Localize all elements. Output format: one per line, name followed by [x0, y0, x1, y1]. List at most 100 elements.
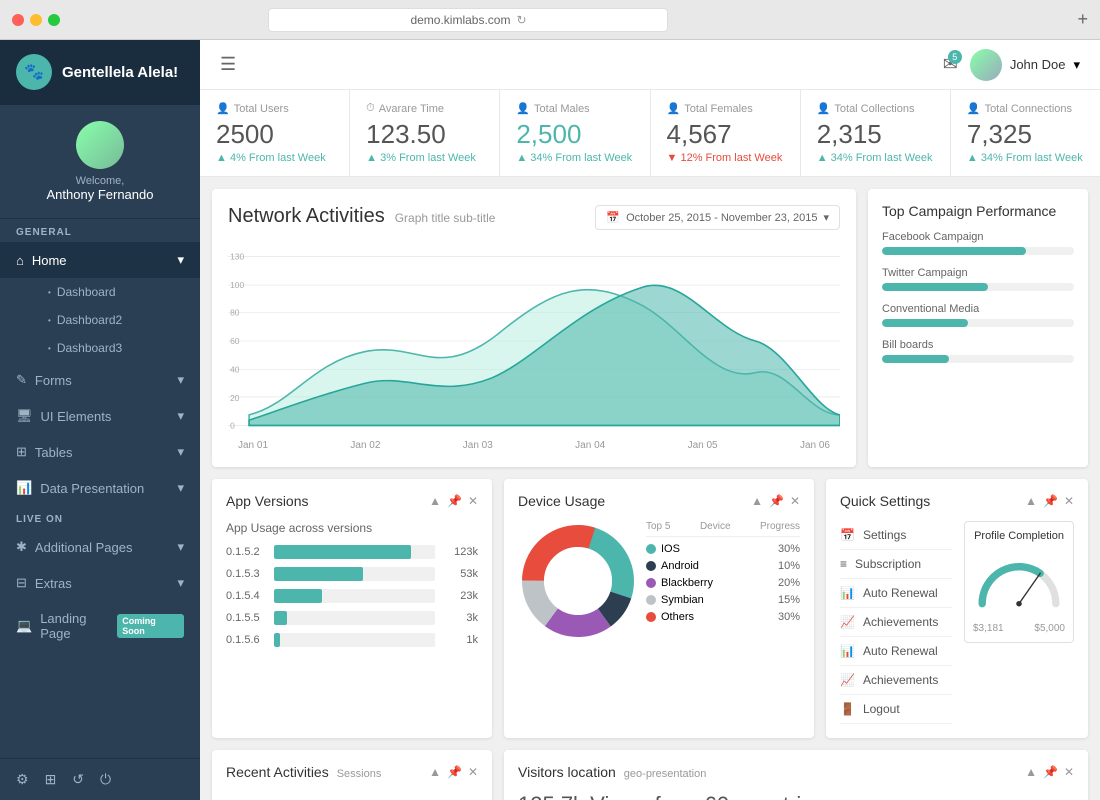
avg-time-value: 123.50 — [366, 119, 483, 150]
auto-renewal-qs-icon: 📊 — [840, 586, 855, 600]
vl-collapse-btn[interactable]: ▲ — [1025, 765, 1037, 779]
network-header: Network Activities Graph title sub-title — [228, 205, 495, 228]
app-versions-header: App Versions ▲ 📌 ✕ — [226, 493, 478, 509]
achievements2-qs-icon: 📈 — [840, 673, 855, 687]
qs-item-achievements-2[interactable]: 📈Achievements — [840, 666, 952, 695]
svg-text:100: 100 — [230, 280, 244, 290]
av-collapse-btn[interactable]: ▲ — [429, 494, 441, 508]
dot-red[interactable] — [12, 14, 24, 26]
legend-ios: IOS 30% — [646, 543, 800, 555]
third-dashboard-row: Recent Activities Sessions ▲ 📌 ✕ Who Nee… — [200, 750, 1100, 800]
qs-pin-btn[interactable]: 📌 — [1043, 494, 1058, 508]
males-change: ▲ 34% From last Week — [516, 152, 633, 164]
refresh-footer-icon[interactable]: ↺ — [72, 771, 84, 788]
sidebar-item-ui-elements[interactable]: 🖥 UI Elements ▾ — [0, 398, 200, 434]
additional-icon: ✱ — [16, 539, 27, 555]
du-pin-btn[interactable]: 📌 — [769, 494, 784, 508]
males-icon: 👤 — [516, 102, 530, 115]
conventional-bar — [882, 319, 968, 327]
quick-settings-title: Quick Settings — [840, 493, 930, 509]
device-legend: Top 5 Device Progress IOS 30% Android 10… — [646, 521, 800, 641]
quick-settings-panel: Quick Settings ▲ 📌 ✕ 📅Settings ≡Subscrip… — [826, 479, 1088, 738]
notification-bell[interactable]: ✉ 5 — [943, 54, 958, 75]
bar-fill-0152 — [274, 545, 411, 559]
sidebar-item-dashboard[interactable]: Dashboard — [32, 278, 200, 306]
extras-label: Extras — [35, 576, 72, 591]
campaign-item-billboards: Bill boards — [882, 339, 1074, 363]
device-usage-header: Device Usage ▲ 📌 ✕ — [518, 493, 800, 509]
sidebar-item-additional-pages[interactable]: ✱ Additional Pages ▾ — [0, 529, 200, 565]
legend-others: Others 30% — [646, 611, 800, 623]
date-picker[interactable]: 📅 October 25, 2015 - November 23, 2015 ▾ — [595, 205, 840, 230]
device-usage-title: Device Usage — [518, 493, 605, 509]
browser-url[interactable]: demo.kimlabs.com ↻ — [268, 8, 668, 32]
donut-chart — [518, 521, 638, 641]
data-icon: 📊 — [16, 480, 32, 496]
recent-activities-panel: Recent Activities Sessions ▲ 📌 ✕ Who Nee… — [212, 750, 492, 800]
user-menu[interactable]: John Doe ▾ — [970, 49, 1080, 81]
legend-blackberry: Blackberry 20% — [646, 577, 800, 589]
sidebar-item-dashboard3[interactable]: Dashboard3 — [32, 334, 200, 362]
svg-text:60: 60 — [230, 336, 240, 346]
ra-pin-btn[interactable]: 📌 — [447, 765, 462, 779]
url-text: demo.kimlabs.com — [410, 13, 510, 27]
chart-x-labels: Jan 01 Jan 02 Jan 03 Jan 04 Jan 05 Jan 0… — [228, 440, 840, 451]
legend-symbian: Symbian 15% — [646, 594, 800, 606]
qs-menu: 📅Settings ≡Subscription 📊Auto Renewal 📈A… — [840, 521, 952, 724]
android-pct: 10% — [778, 560, 800, 572]
qs-item-subscription[interactable]: ≡Subscription — [840, 550, 952, 579]
grid-footer-icon[interactable]: ⊞ — [45, 771, 57, 788]
landing-label: Landing Page — [40, 611, 117, 641]
sidebar-item-tables[interactable]: ⊞ Tables ▾ — [0, 434, 200, 470]
sidebar-item-dashboard2[interactable]: Dashboard2 — [32, 306, 200, 334]
vl-close-btn[interactable]: ✕ — [1064, 765, 1074, 779]
dot-green[interactable] — [48, 14, 60, 26]
qs-collapse-btn[interactable]: ▲ — [1025, 494, 1037, 508]
campaign-item-facebook: Facebook Campaign — [882, 231, 1074, 255]
sidebar-item-data-presentation[interactable]: 📊 Data Presentation ▾ — [0, 470, 200, 506]
sidebar-item-forms[interactable]: ✎ Forms ▾ — [0, 362, 200, 398]
android-dot — [646, 561, 656, 571]
add-tab-button[interactable]: + — [1077, 9, 1088, 30]
settings-footer-icon[interactable]: ⚙ — [16, 771, 29, 788]
qs-item-settings[interactable]: 📅Settings — [840, 521, 952, 550]
hamburger-button[interactable]: ☰ — [220, 54, 236, 75]
vl-pin-btn[interactable]: 📌 — [1043, 765, 1058, 779]
others-pct: 30% — [778, 611, 800, 623]
power-footer-icon[interactable]: ⏻ — [100, 771, 111, 788]
du-collapse-btn[interactable]: ▲ — [751, 494, 763, 508]
ra-close-btn[interactable]: ✕ — [468, 765, 478, 779]
qs-close-btn[interactable]: ✕ — [1064, 494, 1074, 508]
collections-change: ▲ 34% From last Week — [817, 152, 934, 164]
android-name: Android — [661, 560, 699, 572]
twitter-bar — [882, 283, 988, 291]
sidebar-item-home[interactable]: ⌂ Home ▾ — [0, 242, 200, 278]
ra-collapse-btn[interactable]: ▲ — [429, 765, 441, 779]
logo-text: Gentellela Alela! — [62, 64, 178, 81]
quick-settings-content: 📅Settings ≡Subscription 📊Auto Renewal 📈A… — [840, 521, 1074, 724]
billboards-bar — [882, 355, 949, 363]
tables-arrow: ▾ — [177, 444, 184, 460]
achievements-qs-icon: 📈 — [840, 615, 855, 629]
bar-row-0153: 0.1.5.3 53k — [226, 567, 478, 581]
qs-item-achievements-1[interactable]: 📈Achievements — [840, 608, 952, 637]
sidebar-item-extras[interactable]: ⊟ Extras ▾ — [0, 565, 200, 601]
qs-item-logout[interactable]: 🚪Logout — [840, 695, 952, 724]
sidebar-user: Welcome, Anthony Fernando — [0, 105, 200, 219]
data-arrow: ▾ — [177, 480, 184, 496]
av-close-btn[interactable]: ✕ — [468, 494, 478, 508]
stat-total-males: 👤Total Males 2,500 ▲ 34% From last Week — [500, 90, 650, 176]
bar-fill-0155 — [274, 611, 287, 625]
qs-item-auto-renewal-1[interactable]: 📊Auto Renewal — [840, 579, 952, 608]
du-close-btn[interactable]: ✕ — [790, 494, 800, 508]
time-icon: ⏱ — [366, 102, 375, 115]
visitors-count: 125.7k Views from 60 countries — [518, 792, 1074, 800]
ios-dot — [646, 544, 656, 554]
col-top5: Top 5 — [646, 521, 670, 532]
dot-yellow[interactable] — [30, 14, 42, 26]
qs-item-auto-renewal-2[interactable]: 📊Auto Renewal — [840, 637, 952, 666]
av-pin-btn[interactable]: 📌 — [447, 494, 462, 508]
ui-label: UI Elements — [41, 409, 112, 424]
sidebar-item-landing-page[interactable]: 💻 Landing Page Coming Soon — [0, 601, 200, 651]
reload-icon[interactable]: ↻ — [516, 13, 526, 27]
